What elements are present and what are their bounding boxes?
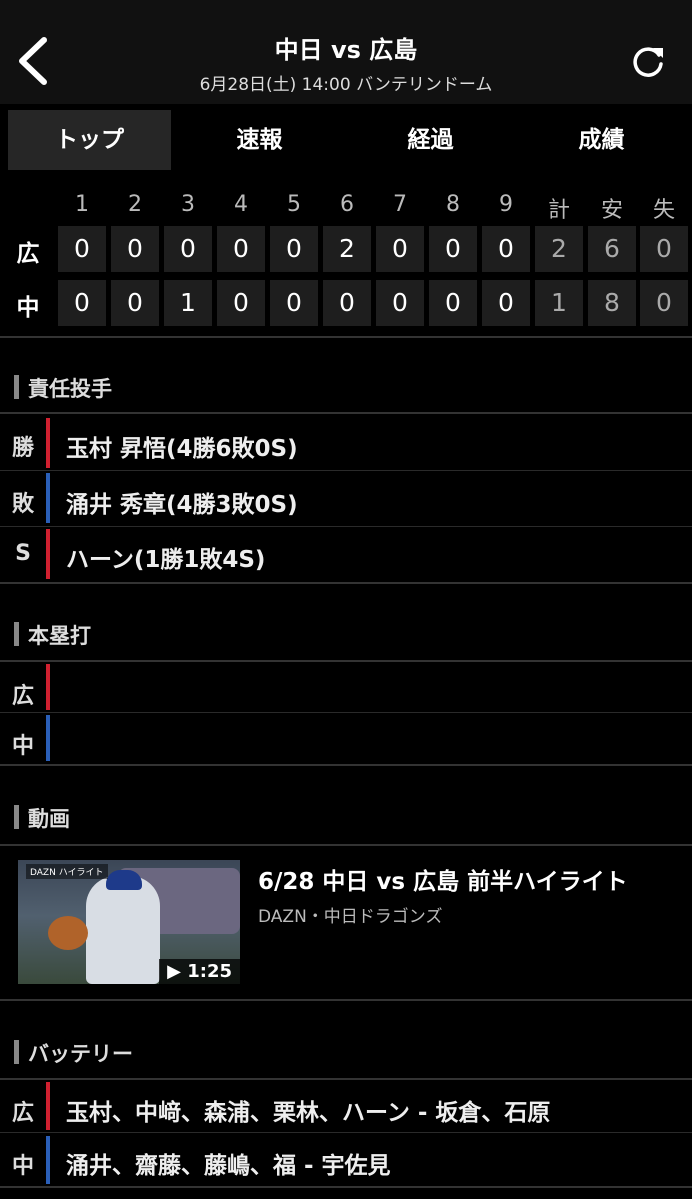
inning-score: 0 — [429, 226, 477, 272]
divider — [0, 336, 692, 338]
inning-score: 1 — [164, 280, 212, 326]
team-label: 中 — [11, 734, 34, 759]
team-label: 広 — [11, 1101, 34, 1126]
inning-header: 6 — [340, 192, 354, 217]
inning-score: 0 — [482, 226, 530, 272]
total-cell: 8 — [588, 280, 636, 326]
inning-header: 失 — [652, 198, 675, 223]
inning-score: 0 — [111, 226, 159, 272]
divider — [0, 1078, 692, 1080]
winning-pitcher[interactable]: 玉村 昇悟(4勝6敗0S) — [66, 429, 298, 463]
loss-label: 敗 — [11, 492, 34, 517]
inning-score: 0 — [270, 226, 318, 272]
tab-live[interactable]: 速報 — [178, 110, 341, 170]
divider — [0, 844, 692, 846]
divider — [0, 582, 692, 584]
inning-header: 1 — [75, 192, 89, 217]
inning-score: 0 — [482, 280, 530, 326]
save-label: S — [15, 541, 31, 566]
team-label: 広 — [16, 241, 40, 267]
tab-bar: トップ 速報 経過 成績 — [0, 104, 692, 178]
tab-progress[interactable]: 経過 — [349, 110, 512, 170]
divider — [0, 470, 692, 471]
save-pitcher[interactable]: ハーン(1勝1敗4S) — [66, 540, 265, 574]
team-color-bar — [46, 664, 50, 710]
refresh-icon — [633, 47, 663, 77]
divider — [0, 1132, 692, 1133]
battery-list[interactable]: 玉村、中﨑、森浦、栗林、ハーン - 坂倉、石原 — [66, 1093, 550, 1127]
inning-score: 0 — [323, 280, 371, 326]
divider — [0, 526, 692, 527]
refresh-button[interactable] — [628, 42, 668, 82]
inning-header: 安 — [600, 198, 623, 223]
video-duration: ▶ 1:25 — [159, 959, 240, 984]
divider — [0, 412, 692, 414]
inning-header: 2 — [128, 192, 142, 217]
inning-score: 0 — [111, 280, 159, 326]
section-title-homeruns: 本塁打 — [14, 620, 91, 650]
win-label: 勝 — [11, 436, 34, 461]
inning-score: 0 — [217, 226, 265, 272]
inning-header: 4 — [234, 192, 248, 217]
team-label: 中 — [11, 1154, 34, 1179]
team-color-bar — [46, 418, 50, 468]
divider — [0, 764, 692, 766]
total-cell: 2 — [535, 226, 583, 272]
inning-header: 9 — [499, 192, 513, 217]
total-cell: 6 — [588, 226, 636, 272]
inning-score: 0 — [376, 226, 424, 272]
inning-score: 0 — [217, 280, 265, 326]
header-bar: 中日 vs 広島 6月28日(土) 14:00 バンテリンドーム — [0, 0, 692, 104]
video-title[interactable]: 6/28 中日 vs 広島 前半ハイライト — [258, 862, 628, 896]
team-label: 広 — [11, 684, 34, 709]
video-source: DAZN・中日ドラゴンズ — [258, 907, 443, 927]
inning-header: 8 — [446, 192, 460, 217]
team-color-bar — [46, 529, 50, 579]
total-cell: 1 — [535, 280, 583, 326]
total-cell: 0 — [640, 280, 688, 326]
inning-header: 7 — [393, 192, 407, 217]
inning-header: 3 — [181, 192, 195, 217]
inning-header: 5 — [287, 192, 301, 217]
total-cell: 0 — [640, 226, 688, 272]
thumbnail-glove — [48, 916, 88, 950]
team-label: 中 — [16, 295, 40, 321]
tab-top[interactable]: トップ — [8, 110, 171, 170]
divider — [0, 660, 692, 662]
losing-pitcher[interactable]: 涌井 秀章(4勝3敗0S) — [66, 485, 298, 519]
inning-score: 0 — [164, 226, 212, 272]
team-color-bar — [46, 1082, 50, 1130]
inning-score: 0 — [270, 280, 318, 326]
dazn-logo: DAZN ハイライト — [26, 864, 108, 879]
inning-score: 0 — [376, 280, 424, 326]
divider — [0, 999, 692, 1001]
divider — [0, 1186, 692, 1188]
thumbnail-player — [86, 876, 160, 984]
section-title-video: 動画 — [14, 803, 70, 833]
inning-score: 0 — [429, 280, 477, 326]
tab-stats[interactable]: 成績 — [520, 110, 683, 170]
inning-score: 0 — [58, 226, 106, 272]
inning-header: 計 — [547, 198, 570, 223]
video-thumbnail[interactable]: DAZN ハイライト ▶ 1:25 — [18, 860, 240, 984]
team-color-bar — [46, 715, 50, 761]
team-color-bar — [46, 473, 50, 523]
section-title-pitchers: 責任投手 — [14, 373, 112, 403]
inning-score: 2 — [323, 226, 371, 272]
section-title-battery: バッテリー — [14, 1038, 133, 1068]
inning-score: 0 — [58, 280, 106, 326]
divider — [0, 712, 692, 713]
game-info: 6月28日(土) 14:00 バンテリンドーム — [199, 75, 493, 95]
battery-list[interactable]: 涌井、齋藤、藤嶋、福 - 宇佐見 — [66, 1146, 391, 1180]
thumbnail-cap — [106, 870, 142, 890]
team-color-bar — [46, 1136, 50, 1184]
page-title: 中日 vs 広島 — [274, 36, 418, 64]
